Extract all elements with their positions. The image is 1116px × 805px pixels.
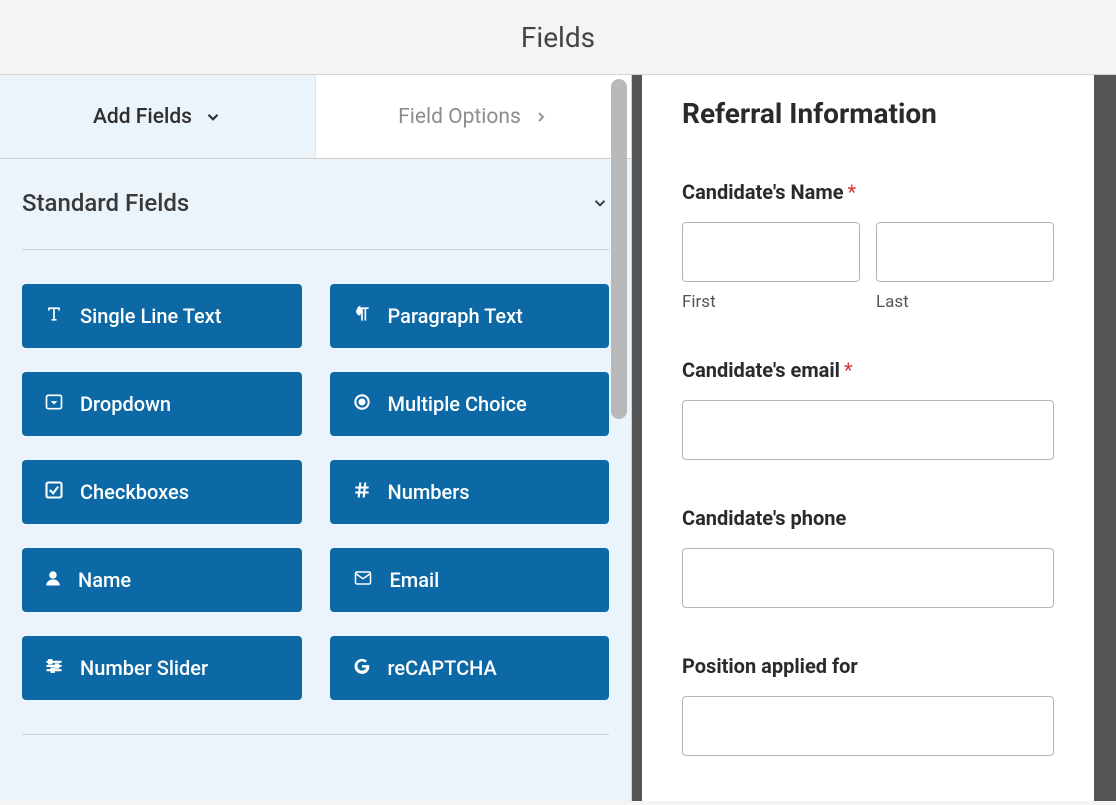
preview-outer: Referral Information Candidate's Name* F…: [632, 75, 1116, 801]
input-candidate-phone[interactable]: [682, 548, 1054, 608]
field-email[interactable]: Email: [330, 548, 610, 612]
label-text: Candidate's email: [682, 358, 840, 382]
tab-label: Field Options: [398, 105, 521, 129]
field-paragraph-text[interactable]: Paragraph Text: [330, 284, 610, 348]
input-candidate-email[interactable]: [682, 400, 1054, 460]
text-icon: [44, 304, 64, 329]
scrollbar-track[interactable]: [611, 79, 627, 805]
field-single-line-text[interactable]: Single Line Text: [22, 284, 302, 348]
field-dropdown[interactable]: Dropdown: [22, 372, 302, 436]
input-first-name[interactable]: [682, 222, 860, 282]
label-text: Candidate's Name: [682, 180, 844, 204]
paragraph-icon: [352, 304, 372, 329]
main-area: Add Fields Field Options Standard Fields: [0, 75, 1116, 801]
field-label: Email: [390, 568, 440, 592]
label-candidate-phone: Candidate's phone: [682, 506, 1054, 530]
panel-tabs: Add Fields Field Options: [0, 75, 631, 159]
label-candidate-name: Candidate's Name*: [682, 180, 1054, 204]
field-label: Numbers: [388, 480, 470, 504]
section-title: Standard Fields: [22, 189, 189, 217]
field-grid: Single Line Text Paragraph Text Dropdown: [22, 250, 609, 735]
field-checkboxes[interactable]: Checkboxes: [22, 460, 302, 524]
field-label: Single Line Text: [80, 304, 221, 328]
sublabel-last: Last: [876, 292, 1054, 312]
field-label: Number Slider: [80, 656, 208, 680]
label-candidate-email: Candidate's email*: [682, 358, 1054, 382]
input-last-name[interactable]: [876, 222, 1054, 282]
email-icon: [352, 568, 374, 592]
form-title: Referral Information: [682, 97, 1054, 130]
label-position: Position applied for: [682, 654, 1054, 678]
field-label: reCAPTCHA: [388, 656, 497, 680]
field-candidate-phone[interactable]: Candidate's phone: [682, 506, 1054, 608]
form-preview: Referral Information Candidate's Name* F…: [642, 75, 1094, 801]
field-candidate-email[interactable]: Candidate's email*: [682, 358, 1054, 460]
slider-icon: [44, 656, 64, 681]
field-label: Paragraph Text: [388, 304, 523, 328]
field-number-slider[interactable]: Number Slider: [22, 636, 302, 700]
field-label: Name: [78, 568, 131, 592]
tab-add-fields[interactable]: Add Fields: [0, 75, 315, 158]
sublabel-first: First: [682, 292, 860, 312]
radio-icon: [352, 392, 372, 417]
input-position[interactable]: [682, 696, 1054, 756]
dropdown-icon: [44, 392, 64, 417]
tab-field-options[interactable]: Field Options: [315, 75, 631, 158]
scrollbar-thumb[interactable]: [611, 79, 627, 419]
fields-panel: Add Fields Field Options Standard Fields: [0, 75, 632, 801]
section-header-standard[interactable]: Standard Fields: [22, 189, 609, 250]
page-header: Fields: [0, 0, 1116, 75]
field-position[interactable]: Position applied for: [682, 654, 1054, 756]
name-first-col: First: [682, 222, 860, 312]
field-recaptcha[interactable]: reCAPTCHA: [330, 636, 610, 700]
field-label: Multiple Choice: [388, 392, 527, 416]
required-mark: *: [848, 180, 857, 204]
field-name[interactable]: Name: [22, 548, 302, 612]
google-icon: [352, 656, 372, 681]
tab-label: Add Fields: [93, 105, 192, 129]
name-last-col: Last: [876, 222, 1054, 312]
chevron-down-icon: [591, 194, 609, 212]
chevron-right-icon: [533, 109, 549, 125]
field-label: Dropdown: [80, 392, 171, 416]
user-icon: [44, 568, 62, 593]
required-mark: *: [844, 358, 853, 382]
hash-icon: [352, 480, 372, 505]
field-multiple-choice[interactable]: Multiple Choice: [330, 372, 610, 436]
name-row: First Last: [682, 222, 1054, 312]
checkbox-icon: [44, 480, 64, 505]
field-numbers[interactable]: Numbers: [330, 460, 610, 524]
field-label: Checkboxes: [80, 480, 189, 504]
field-candidate-name[interactable]: Candidate's Name* First Last: [682, 180, 1054, 312]
standard-fields-section: Standard Fields Single Line Text Para: [0, 159, 631, 735]
page-title: Fields: [521, 21, 595, 54]
chevron-down-icon: [204, 108, 222, 126]
